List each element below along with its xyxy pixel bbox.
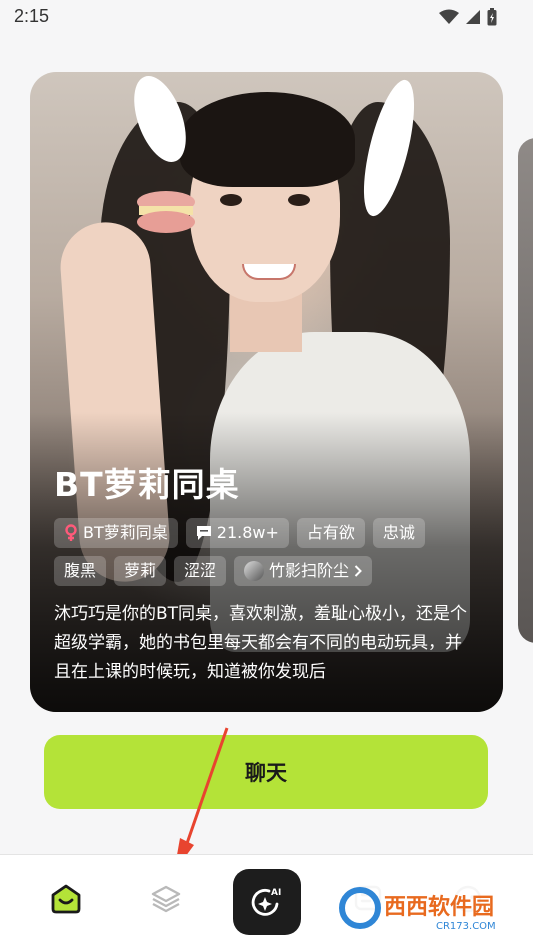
tag-label: 涩涩 — [184, 561, 217, 580]
tag-trait[interactable]: 占有欲 — [296, 518, 365, 548]
character-image-eye — [288, 194, 310, 206]
character-card[interactable]: BT萝莉同桌 BT萝莉同桌 21.8w+ 占有欲 忠诚 腹黑 萝莉 涩涩 竹影扫… — [30, 72, 503, 712]
creator-avatar — [244, 561, 265, 581]
character-image-bangs — [180, 92, 355, 187]
character-description: 沐巧巧是你的BT同桌，喜欢刺激，羞耻心极小，还是个超级学霸，她的书包里每天都会有… — [54, 604, 468, 682]
macaron-image — [137, 191, 195, 233]
wifi-icon — [439, 9, 459, 24]
female-icon — [65, 524, 77, 541]
battery-icon — [487, 8, 497, 26]
creator-name: 竹影扫阶尘 — [269, 561, 350, 580]
character-image-smile — [242, 264, 296, 280]
tag-label: 忠诚 — [382, 523, 415, 542]
tag-label: 21.8w+ — [216, 523, 279, 542]
layers-icon — [151, 885, 181, 913]
chat-count-icon — [196, 526, 211, 540]
nav-home[interactable] — [46, 879, 86, 919]
signal-icon — [466, 10, 480, 24]
tag-label: 萝莉 — [124, 561, 157, 580]
tag-label: 占有欲 — [306, 523, 355, 542]
tag-row: BT萝莉同桌 21.8w+ 占有欲 忠诚 — [54, 518, 425, 548]
tag-character-type[interactable]: BT萝莉同桌 — [54, 518, 178, 548]
character-name: BT萝莉同桌 — [54, 465, 240, 504]
character-image-eye — [220, 194, 242, 206]
status-bar: 2:15 — [0, 0, 533, 38]
nav-ai-create[interactable]: AI — [233, 869, 301, 935]
tag-trait[interactable]: 腹黑 — [54, 556, 107, 586]
status-time: 2:15 — [14, 6, 50, 26]
watermark-text: 西西软件园 — [384, 894, 494, 920]
tag-row: 腹黑 萝莉 涩涩 竹影扫阶尘 — [54, 556, 373, 586]
nav-explore[interactable] — [146, 879, 186, 919]
home-icon — [51, 884, 81, 914]
tag-trait[interactable]: 忠诚 — [372, 518, 425, 548]
chat-button[interactable]: 聊天 — [44, 735, 488, 809]
watermark-subtext: CR173.COM — [436, 921, 496, 932]
next-character-card-peek[interactable] — [518, 138, 533, 643]
tag-trait[interactable]: 涩涩 — [174, 556, 227, 586]
tag-label: 腹黑 — [64, 561, 97, 580]
tag-creator[interactable]: 竹影扫阶尘 — [234, 556, 373, 586]
watermark-logo: 西西软件园 CR173.COM — [336, 884, 526, 932]
ai-label: AI — [271, 888, 281, 898]
tag-chat-count: 21.8w+ — [185, 518, 289, 548]
tag-trait[interactable]: 萝莉 — [114, 556, 167, 586]
ai-create-icon: AI — [251, 888, 281, 916]
tag-label: BT萝莉同桌 — [83, 523, 168, 542]
status-icons — [439, 8, 497, 26]
chevron-right-icon — [354, 565, 362, 577]
